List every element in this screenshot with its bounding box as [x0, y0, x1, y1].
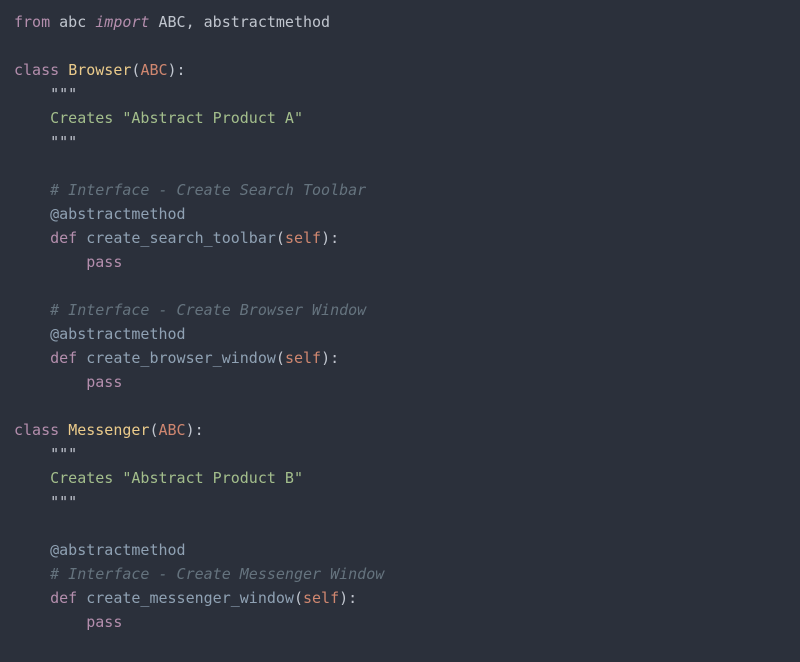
param-self: self — [285, 349, 321, 367]
keyword-import: import — [95, 13, 149, 31]
base-abc: ABC — [140, 61, 167, 79]
docstring-text: Creates "Abstract Product A" — [50, 109, 303, 127]
module-abc: abc — [59, 13, 86, 31]
base-abc: ABC — [159, 421, 186, 439]
code-block: from abc import ABC, abstractmethod clas… — [0, 0, 800, 644]
function-name: create_messenger_window — [86, 589, 294, 607]
code-line: """ — [14, 493, 77, 511]
code-line: # Interface - Create Browser Window — [14, 301, 366, 319]
decorator-name: abstractmethod — [59, 325, 185, 343]
docstring-open: """ — [50, 445, 77, 463]
decorator-at: @ — [50, 205, 59, 223]
code-line: @abstractmethod — [14, 325, 186, 343]
code-line: from abc import ABC, abstractmethod — [14, 13, 330, 31]
code-line: def create_search_toolbar(self): — [14, 229, 339, 247]
code-line: # Interface - Create Messenger Window — [14, 565, 384, 583]
decorator-at: @ — [50, 541, 59, 559]
docstring-text: Creates "Abstract Product B" — [50, 469, 303, 487]
comment: # Interface - Create Messenger Window — [50, 565, 384, 583]
param-self: self — [303, 589, 339, 607]
comma: , — [186, 13, 195, 31]
code-line: def create_messenger_window(self): — [14, 589, 357, 607]
code-line: """ — [14, 133, 77, 151]
code-line: pass — [14, 613, 122, 631]
import-abc: ABC — [159, 13, 186, 31]
docstring-close: """ — [50, 133, 77, 151]
decorator-name: abstractmethod — [59, 541, 185, 559]
keyword-def: def — [50, 349, 77, 367]
keyword-def: def — [50, 229, 77, 247]
lparen: ( — [276, 229, 285, 247]
keyword-pass: pass — [86, 373, 122, 391]
comment: # Interface - Create Browser Window — [50, 301, 366, 319]
rparen-colon: ): — [168, 61, 186, 79]
rparen-colon: ): — [186, 421, 204, 439]
code-line: """ — [14, 445, 77, 463]
comment: # Interface - Create Search Toolbar — [50, 181, 366, 199]
keyword-from: from — [14, 13, 50, 31]
keyword-pass: pass — [86, 253, 122, 271]
function-name: create_browser_window — [86, 349, 276, 367]
code-line: class Browser(ABC): — [14, 61, 186, 79]
code-line: @abstractmethod — [14, 541, 186, 559]
class-name-messenger: Messenger — [68, 421, 149, 439]
code-line: """ — [14, 85, 77, 103]
lparen: ( — [276, 349, 285, 367]
code-line: class Messenger(ABC): — [14, 421, 204, 439]
lparen: ( — [294, 589, 303, 607]
code-line: Creates "Abstract Product B" — [14, 469, 303, 487]
keyword-class: class — [14, 421, 59, 439]
code-line: pass — [14, 373, 122, 391]
param-self: self — [285, 229, 321, 247]
class-name-browser: Browser — [68, 61, 131, 79]
code-line: pass — [14, 253, 122, 271]
keyword-pass: pass — [86, 613, 122, 631]
docstring-close: """ — [50, 493, 77, 511]
code-line: Creates "Abstract Product A" — [14, 109, 303, 127]
keyword-def: def — [50, 589, 77, 607]
code-line: def create_browser_window(self): — [14, 349, 339, 367]
decorator-at: @ — [50, 325, 59, 343]
import-abstractmethod: abstractmethod — [204, 13, 330, 31]
code-line: @abstractmethod — [14, 205, 186, 223]
rparen-colon: ): — [321, 349, 339, 367]
docstring-open: """ — [50, 85, 77, 103]
decorator-name: abstractmethod — [59, 205, 185, 223]
lparen: ( — [149, 421, 158, 439]
rparen-colon: ): — [321, 229, 339, 247]
rparen-colon: ): — [339, 589, 357, 607]
function-name: create_search_toolbar — [86, 229, 276, 247]
code-line: # Interface - Create Search Toolbar — [14, 181, 366, 199]
keyword-class: class — [14, 61, 59, 79]
